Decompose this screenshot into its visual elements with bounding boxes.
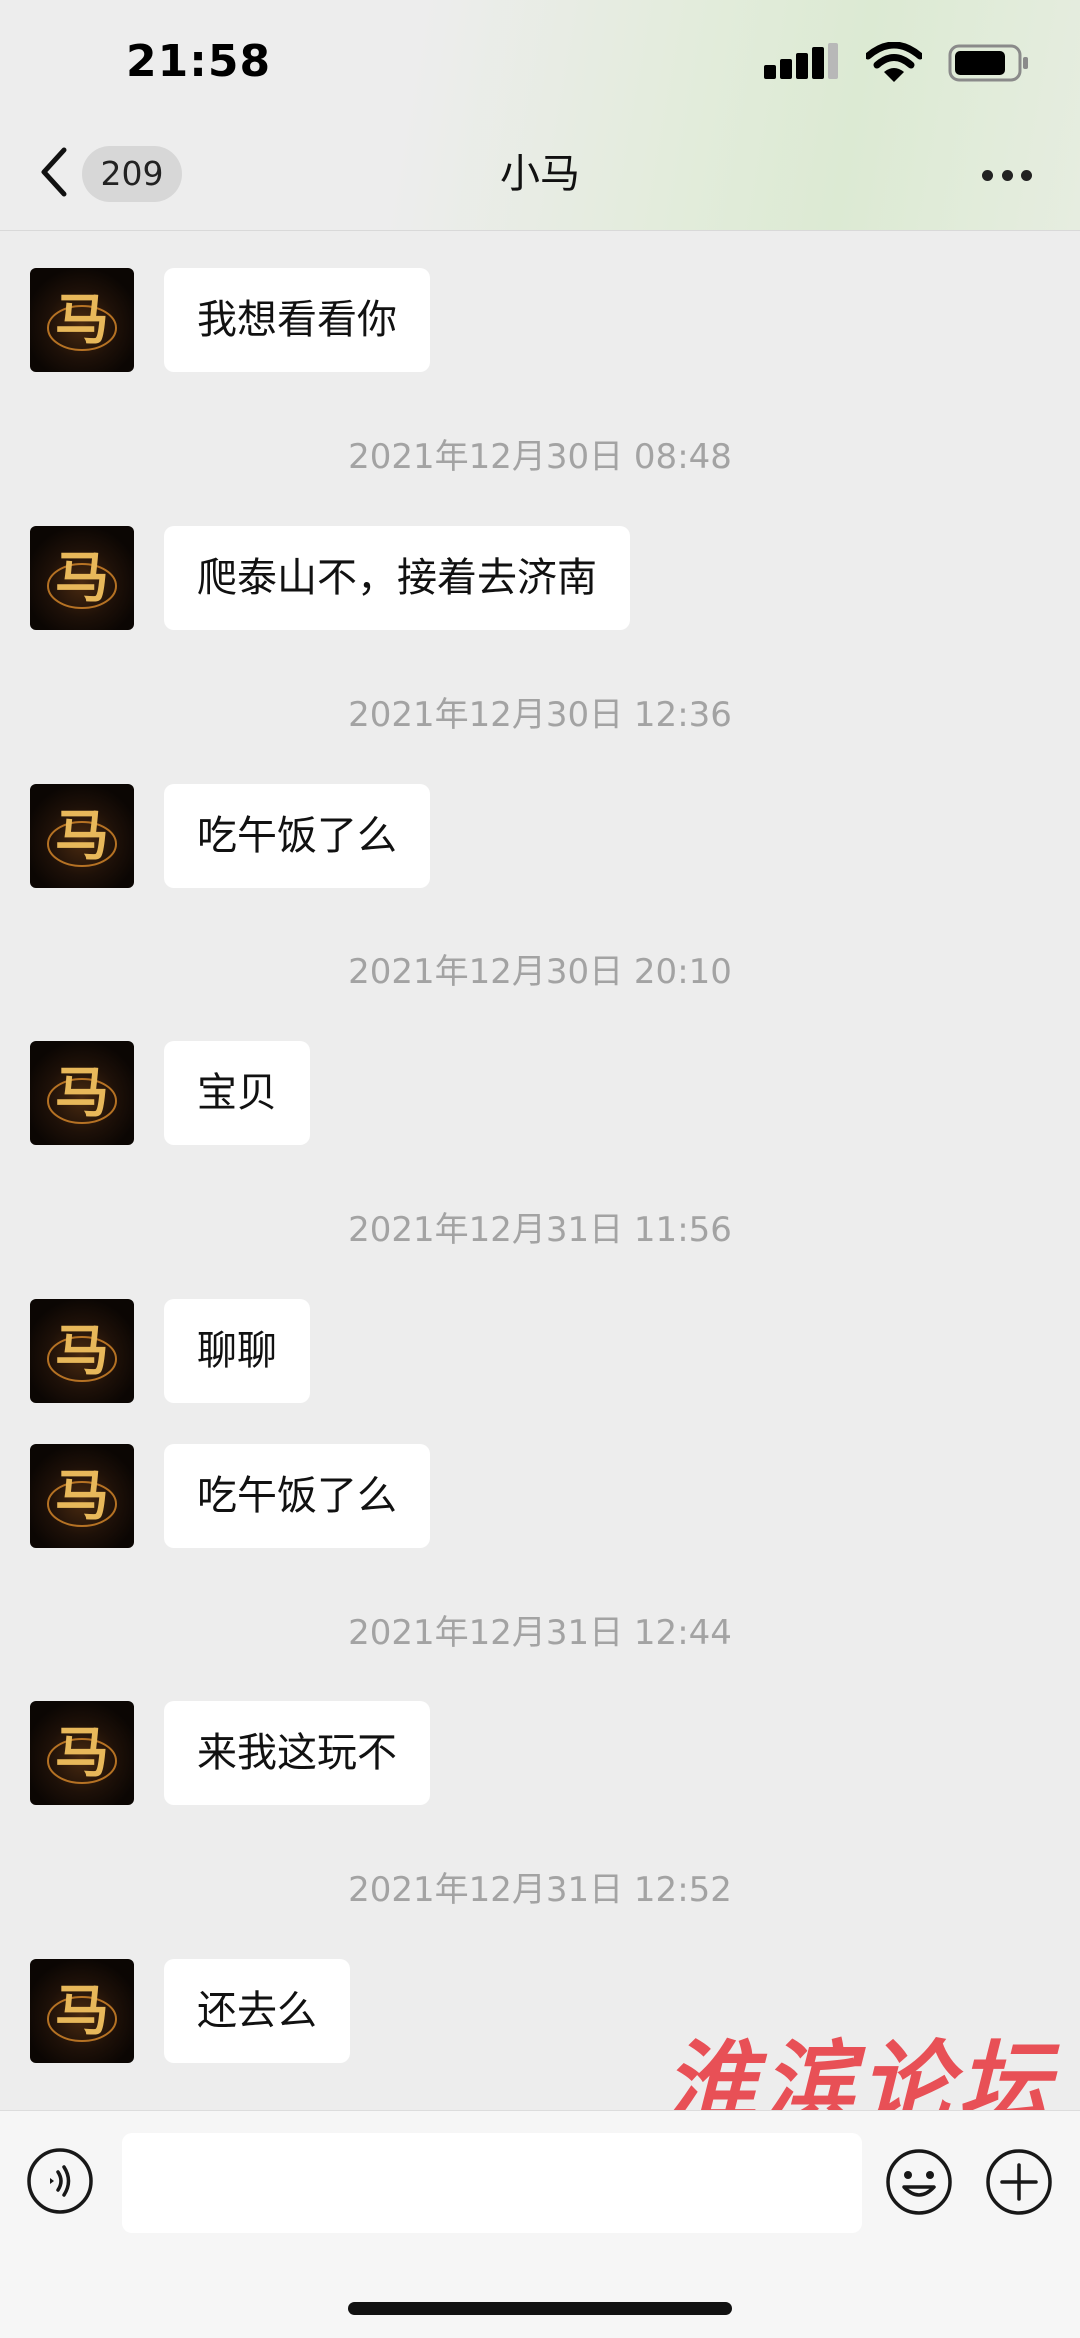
horse-logo-icon: 马 <box>47 287 117 351</box>
avatar[interactable]: 马 <box>30 1959 134 2063</box>
avatar[interactable]: 马 <box>30 1701 134 1805</box>
status-time: 21:58 <box>126 36 272 87</box>
message-bubble[interactable]: 宝贝 <box>164 1041 310 1145</box>
timestamp: 2021年12月30日 20:10 <box>348 952 732 992</box>
svg-text:马: 马 <box>55 1463 109 1527</box>
status-icons <box>764 38 1030 88</box>
message-input[interactable] <box>122 2133 862 2233</box>
avatar[interactable]: 马 <box>30 784 134 888</box>
message-bubble[interactable]: 吃午饭了么 <box>164 1444 430 1548</box>
avatar[interactable]: 马 <box>30 526 134 630</box>
more-dots-icon[interactable] <box>982 170 1032 184</box>
chat-title: 小马 <box>500 151 580 197</box>
horse-logo-icon: 马 <box>47 1463 117 1527</box>
svg-text:马: 马 <box>55 1318 109 1382</box>
timestamp: 2021年12月31日 12:52 <box>348 1870 732 1910</box>
avatar[interactable]: 马 <box>30 268 134 372</box>
svg-text:马: 马 <box>55 287 109 351</box>
timestamp: 2021年12月31日 11:56 <box>348 1210 732 1250</box>
avatar[interactable]: 马 <box>30 1444 134 1548</box>
horse-logo-icon: 马 <box>47 1720 117 1784</box>
plus-icon[interactable] <box>984 2147 1054 2217</box>
svg-text:马: 马 <box>55 803 109 867</box>
message-row: 马 宝贝 <box>30 1041 310 1145</box>
home-indicator[interactable] <box>348 2302 732 2315</box>
voice-icon[interactable] <box>26 2147 94 2215</box>
message-bubble[interactable]: 来我这玩不 <box>164 1701 430 1805</box>
message-bubble[interactable]: 吃午饭了么 <box>164 784 430 888</box>
message-row: 马 吃午饭了么 <box>30 784 430 888</box>
wifi-icon <box>866 42 922 82</box>
message-bubble[interactable]: 聊聊 <box>164 1299 310 1403</box>
top-bar: 21:58 209 小马 <box>0 0 1080 231</box>
horse-logo-icon: 马 <box>47 1318 117 1382</box>
svg-text:马: 马 <box>55 1978 109 2042</box>
emoji-icon[interactable] <box>884 2147 954 2217</box>
avatar[interactable]: 马 <box>30 1041 134 1145</box>
cellular-signal-icon <box>764 43 838 79</box>
svg-text:马: 马 <box>55 1720 109 1784</box>
message-bubble[interactable]: 爬泰山不，接着去济南 <box>164 526 630 630</box>
message-list[interactable]: 马 我想看看你 2021年12月30日 08:48 马 爬泰山不，接着去济南 2… <box>0 230 1080 2110</box>
svg-text:马: 马 <box>55 1060 109 1124</box>
horse-logo-icon: 马 <box>47 545 117 609</box>
horse-logo-icon: 马 <box>47 803 117 867</box>
message-row: 马 爬泰山不，接着去济南 <box>30 526 630 630</box>
message-row: 马 来我这玩不 <box>30 1701 430 1805</box>
timestamp: 2021年12月30日 08:48 <box>348 437 732 477</box>
battery-icon <box>948 44 1028 82</box>
message-row: 马 吃午饭了么 <box>30 1444 430 1548</box>
message-row: 马 还去么 <box>30 1959 350 2063</box>
message-row: 马 我想看看你 <box>30 268 430 372</box>
message-row: 马 聊聊 <box>30 1299 310 1403</box>
timestamp: 2021年12月31日 12:44 <box>348 1613 732 1653</box>
timestamp: 2021年12月30日 12:36 <box>348 695 732 735</box>
message-bubble[interactable]: 我想看看你 <box>164 268 430 372</box>
message-bubble[interactable]: 还去么 <box>164 1959 350 2063</box>
avatar[interactable]: 马 <box>30 1299 134 1403</box>
horse-logo-icon: 马 <box>47 1060 117 1124</box>
svg-text:马: 马 <box>55 545 109 609</box>
horse-logo-icon: 马 <box>47 1978 117 2042</box>
